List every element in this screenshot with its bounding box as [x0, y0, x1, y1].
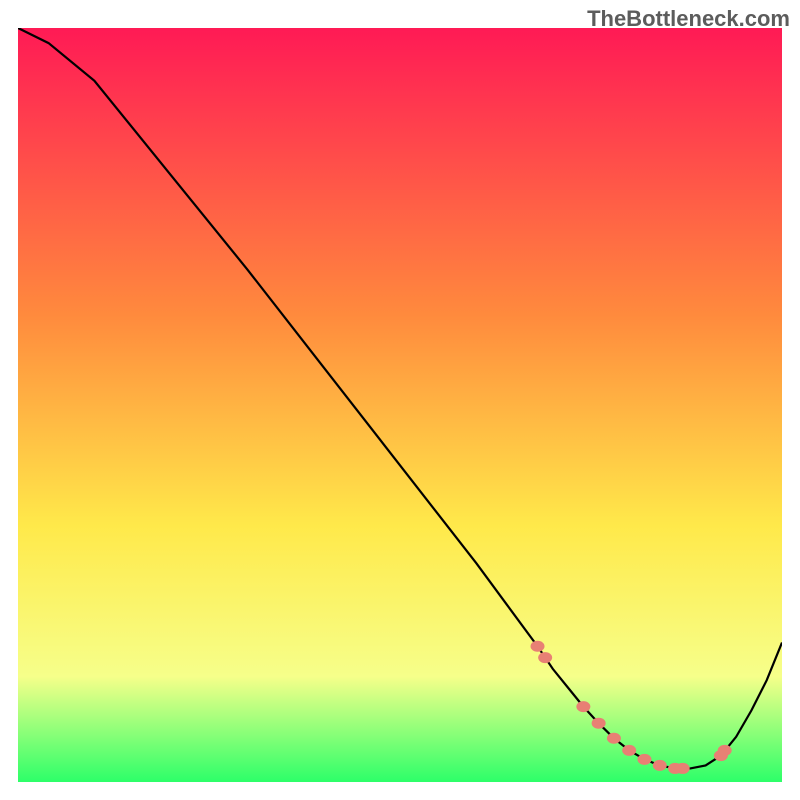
plot-area [18, 28, 782, 782]
gradient-background [18, 28, 782, 782]
chart-svg [18, 28, 782, 782]
curve-marker [637, 754, 651, 765]
curve-marker [653, 760, 667, 771]
curve-marker [676, 763, 690, 774]
curve-marker [718, 745, 732, 756]
chart-container: TheBottleneck.com [0, 0, 800, 800]
curve-marker [622, 745, 636, 756]
curve-marker [538, 652, 552, 663]
curve-marker [576, 701, 590, 712]
curve-marker [607, 733, 621, 744]
watermark-text: TheBottleneck.com [587, 6, 790, 32]
curve-marker [531, 641, 545, 652]
curve-marker [592, 718, 606, 729]
